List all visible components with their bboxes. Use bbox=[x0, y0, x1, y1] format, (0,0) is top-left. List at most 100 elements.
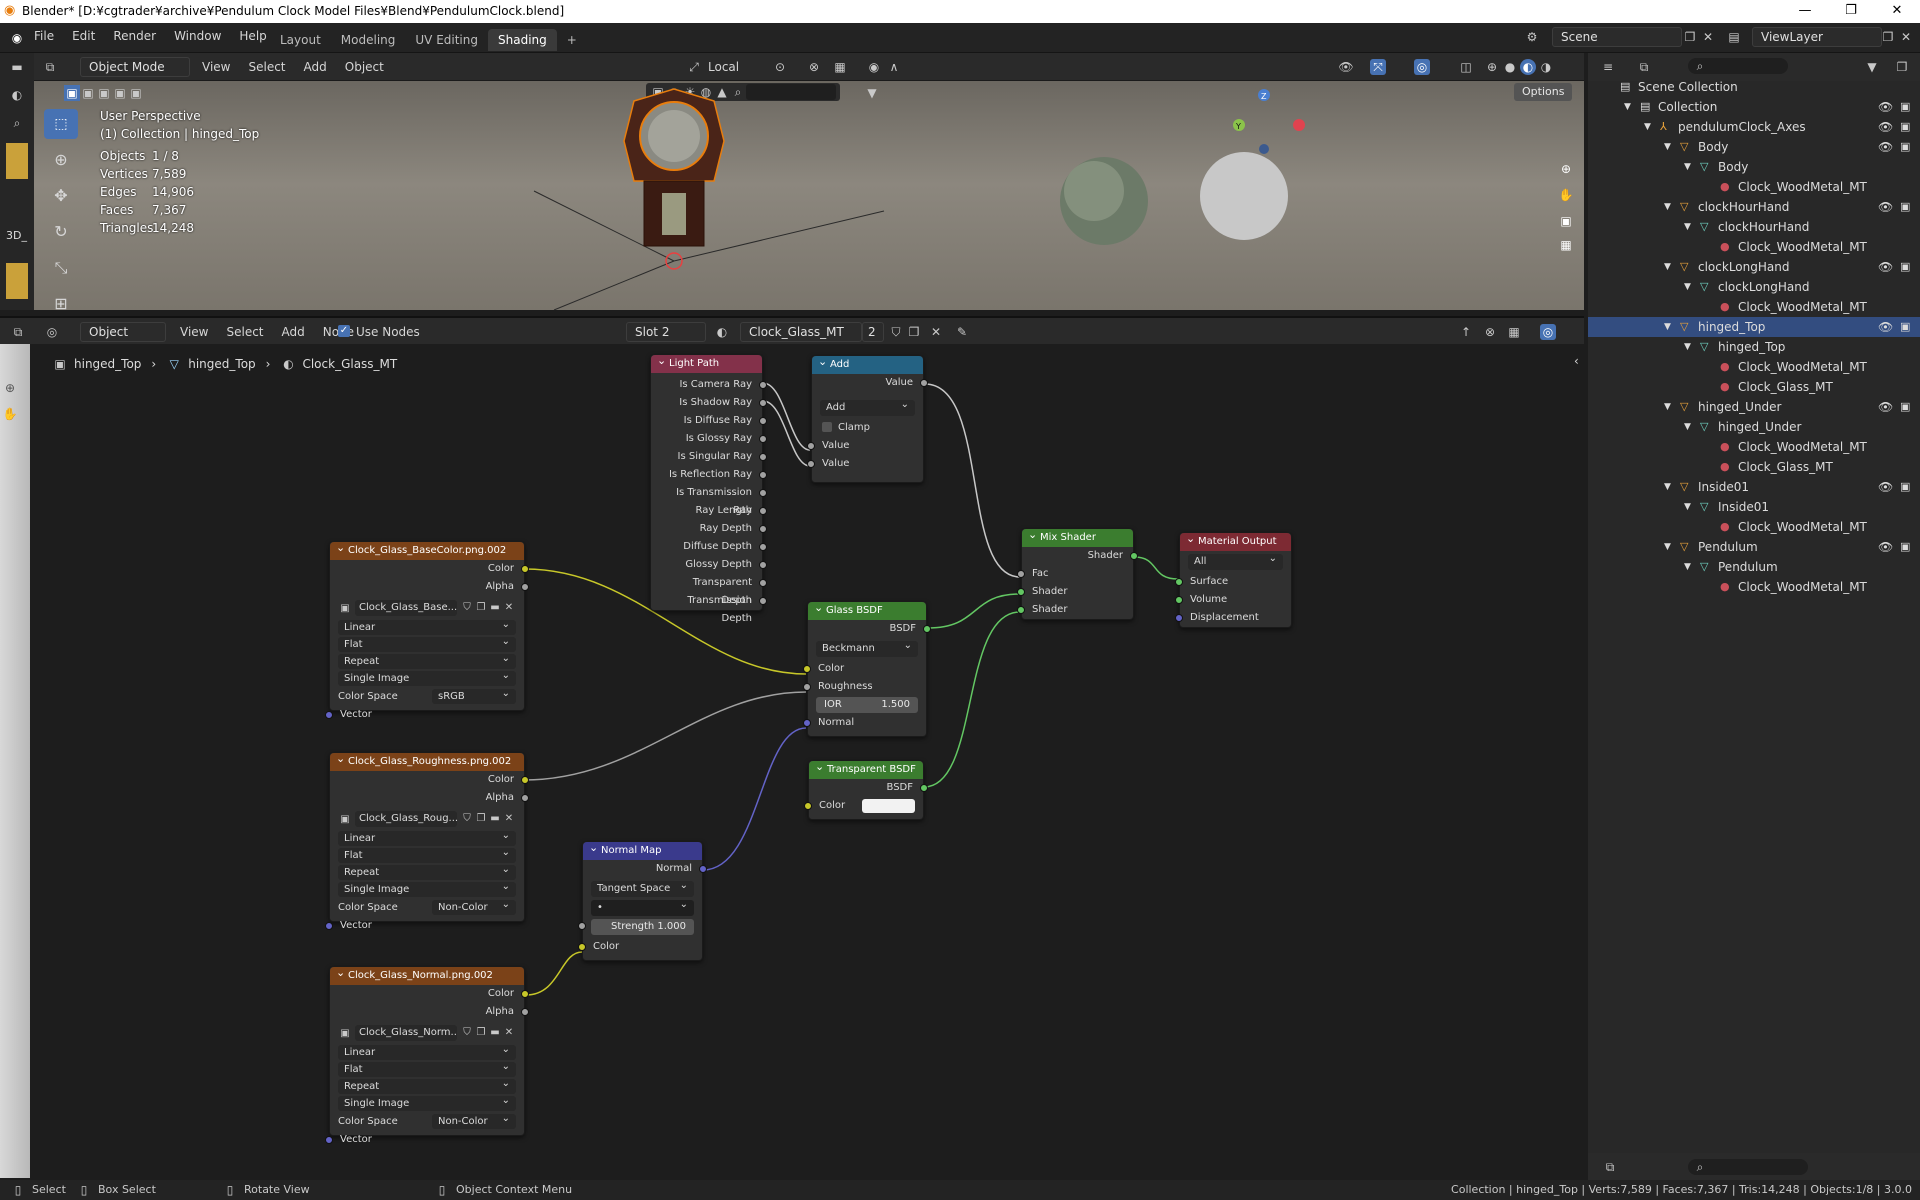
socket-dot[interactable] bbox=[1017, 588, 1025, 596]
socket-dot[interactable] bbox=[759, 543, 767, 551]
render-camera-icon[interactable]: ▣ bbox=[1900, 137, 1910, 157]
outliner-row[interactable]: ▼ ▽ hinged_Top 👁 ▣ bbox=[1588, 317, 1920, 337]
xray-icon[interactable]: ◫ bbox=[1458, 59, 1474, 75]
socket-dot[interactable] bbox=[803, 719, 811, 727]
color-space-select[interactable]: Non-Color bbox=[432, 897, 516, 915]
3d-viewport[interactable]: ▣ ▣ ▣ ▣ ▣ ▣ ● ☀ ◍ ▲ ⌕ ▼ Options ⬚ ⊕ ✥ ↻ … bbox=[34, 81, 1584, 310]
disclosure-triangle-icon[interactable]: ▼ bbox=[1684, 277, 1691, 297]
duplicate-material-icon[interactable]: ❐ bbox=[906, 324, 922, 340]
vp-menu-select[interactable]: Select bbox=[248, 60, 285, 74]
socket-dot[interactable] bbox=[759, 525, 767, 533]
socket-dot[interactable] bbox=[759, 435, 767, 443]
fake-user-icon[interactable]: ⛉ bbox=[460, 811, 474, 827]
interpolation-select[interactable]: Linear bbox=[338, 617, 516, 635]
open-image-icon[interactable]: ▬ bbox=[488, 1025, 502, 1041]
image-name-field[interactable]: Clock_Glass_Base... bbox=[355, 600, 457, 616]
node-output-header[interactable]: Material Output bbox=[1180, 530, 1291, 551]
overlay-icon[interactable]: ◎ bbox=[1414, 59, 1430, 75]
new-scene-icon[interactable]: ❐ bbox=[1682, 29, 1698, 45]
visibility-icon[interactable]: 👁 bbox=[1338, 59, 1354, 75]
folder-icon[interactable]: ▬ bbox=[9, 59, 25, 75]
wireframe-shading-icon[interactable]: ⊕ bbox=[1484, 59, 1500, 75]
projection-select[interactable]: Flat bbox=[338, 1059, 516, 1077]
socket-dot[interactable] bbox=[521, 565, 529, 573]
outliner-row[interactable]: ▤ Scene Collection bbox=[1588, 77, 1920, 97]
unlink-material-icon[interactable]: ✕ bbox=[928, 324, 944, 340]
socket-dot[interactable] bbox=[920, 784, 928, 792]
menu-file[interactable]: File bbox=[34, 29, 54, 43]
output-target-select[interactable]: All bbox=[1188, 551, 1283, 570]
add-workspace-button[interactable]: + bbox=[557, 29, 587, 51]
snap-grid-icon[interactable]: ▦ bbox=[832, 59, 848, 75]
socket-dot[interactable] bbox=[803, 665, 811, 673]
socket-dot[interactable] bbox=[759, 579, 767, 587]
node-editor-type-icon[interactable]: ⧉ bbox=[10, 324, 26, 340]
falloff-icon[interactable]: ∧ bbox=[886, 59, 902, 75]
node-image-texture-basecolor[interactable]: Clock_Glass_BaseColor.png.002ColorAlpha ▣… bbox=[325, 539, 529, 720]
disclosure-triangle-icon[interactable]: ▼ bbox=[1664, 537, 1671, 557]
render-camera-icon[interactable]: ▣ bbox=[1900, 197, 1910, 217]
fake-user-icon[interactable]: ⛉ bbox=[888, 324, 904, 340]
source-select[interactable]: Single Image bbox=[338, 879, 516, 897]
socket-dot[interactable] bbox=[1175, 578, 1183, 586]
outliner-row[interactable]: ▼ ▽ hinged_Under 👁 ▣ bbox=[1588, 397, 1920, 417]
shader-type-icon[interactable]: ◎ bbox=[44, 324, 60, 340]
socket-dot[interactable] bbox=[804, 802, 812, 810]
outliner-row[interactable]: ▼ ⅄ pendulumClock_Axes 👁 ▣ bbox=[1588, 117, 1920, 137]
interpolation-select[interactable]: Linear bbox=[338, 1042, 516, 1060]
duplicate-image-icon[interactable]: ❐ bbox=[474, 1025, 488, 1041]
material-name-field[interactable]: Clock_Glass_MT bbox=[740, 322, 862, 342]
use-nodes-checkbox[interactable]: ✓ bbox=[338, 325, 350, 337]
outliner-row[interactable]: ● Clock_WoodMetal_MT bbox=[1588, 237, 1920, 257]
node-normal-map-header[interactable]: Normal Map bbox=[583, 839, 702, 860]
image-browse-icon[interactable]: ▣ bbox=[338, 601, 352, 615]
menu-window[interactable]: Window bbox=[174, 29, 221, 43]
normal-space-select[interactable]: Tangent Space bbox=[591, 878, 694, 897]
socket-dot[interactable] bbox=[807, 442, 815, 450]
camera-icon[interactable]: ▣ bbox=[1558, 213, 1574, 229]
node-image-texture-normal[interactable]: Clock_Glass_Normal.png.002ColorAlpha ▣Clo… bbox=[325, 964, 529, 1145]
material-browse-icon[interactable]: ◐ bbox=[714, 324, 730, 340]
render-camera-icon[interactable]: ▣ bbox=[1900, 257, 1910, 277]
render-camera-icon[interactable]: ▣ bbox=[1900, 537, 1910, 557]
outliner-row[interactable]: ▼ ▤ Collection 👁 ▣ bbox=[1588, 97, 1920, 117]
node-menu-select[interactable]: Select bbox=[226, 325, 263, 339]
visibility-eye-icon[interactable]: 👁 bbox=[1878, 97, 1893, 117]
node-add-header[interactable]: Add bbox=[812, 353, 923, 374]
disclosure-triangle-icon[interactable]: ▼ bbox=[1664, 397, 1671, 417]
parent-node-icon[interactable]: ↑ bbox=[1458, 324, 1474, 340]
node-transparent-bsdf[interactable]: Transparent BSDF BSDF Color bbox=[804, 758, 928, 820]
duplicate-image-icon[interactable]: ❐ bbox=[474, 811, 488, 827]
display-mode-outliner-icon[interactable]: ⧉ bbox=[1636, 59, 1652, 75]
disclosure-triangle-icon[interactable]: ▼ bbox=[1684, 557, 1691, 577]
proportional-icon[interactable]: ◉ bbox=[866, 59, 882, 75]
pan-icon[interactable]: ✋ bbox=[1558, 187, 1574, 203]
extension-select[interactable]: Repeat bbox=[338, 651, 516, 669]
node-transparent-header[interactable]: Transparent BSDF bbox=[809, 758, 923, 779]
shader-type-select[interactable]: Object bbox=[80, 322, 166, 342]
node-mix-shader[interactable]: Mix Shader Shader Fac Shader Shader bbox=[1017, 526, 1138, 620]
clamp-checkbox[interactable] bbox=[822, 422, 832, 432]
outliner-row[interactable]: ▼ ▽ Inside01 bbox=[1588, 497, 1920, 517]
disclosure-triangle-icon[interactable]: ▼ bbox=[1664, 137, 1671, 157]
visibility-eye-icon[interactable]: 👁 bbox=[1878, 117, 1893, 137]
image-name-field[interactable]: Clock_Glass_Norm... bbox=[355, 1025, 457, 1041]
socket-dot[interactable] bbox=[578, 943, 586, 951]
snap-icon[interactable]: ⊗ bbox=[806, 59, 822, 75]
interpolation-select[interactable]: Linear bbox=[338, 828, 516, 846]
render-camera-icon[interactable]: ▣ bbox=[1900, 397, 1910, 417]
outliner-row[interactable]: ● Clock_WoodMetal_MT bbox=[1588, 357, 1920, 377]
node-menu-add[interactable]: Add bbox=[282, 325, 305, 339]
menu-help[interactable]: Help bbox=[239, 29, 266, 43]
disclosure-triangle-icon[interactable]: ▼ bbox=[1684, 337, 1691, 357]
outliner-row[interactable]: ● Clock_WoodMetal_MT bbox=[1588, 437, 1920, 457]
node-editor[interactable]: ⊕ ✋ ▣ hinged_Top › ▽ hinged_Top › ◐ Cloc… bbox=[0, 344, 1584, 1178]
uv-map-field[interactable]: • bbox=[591, 897, 694, 916]
gizmo-icon[interactable]: ⤧ bbox=[1370, 59, 1386, 75]
socket-dot[interactable] bbox=[325, 922, 333, 930]
outliner-row[interactable]: ▼ ▽ clockHourHand 👁 ▣ bbox=[1588, 197, 1920, 217]
socket-dot[interactable] bbox=[1017, 606, 1025, 614]
disclosure-triangle-icon[interactable]: ▼ bbox=[1684, 217, 1691, 237]
visibility-eye-icon[interactable]: 👁 bbox=[1878, 197, 1893, 217]
glass-ior-slider[interactable]: IOR 1.500 bbox=[816, 697, 918, 713]
